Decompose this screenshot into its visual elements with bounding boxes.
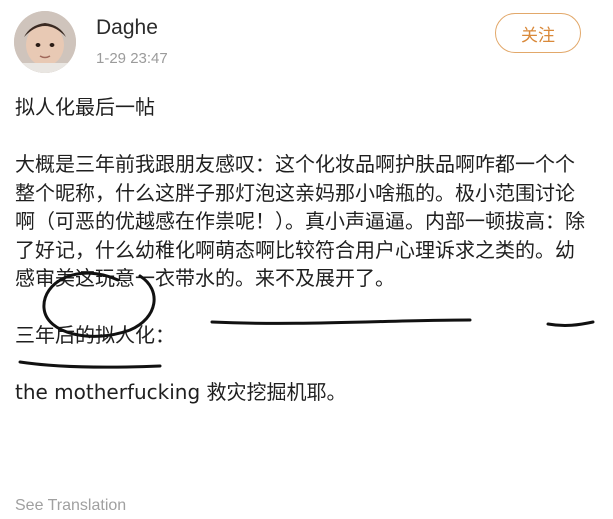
- see-translation-link[interactable]: See Translation: [15, 497, 126, 515]
- username[interactable]: Daghe: [96, 16, 158, 40]
- baby-portrait-avatar-icon: [14, 11, 76, 73]
- follow-button[interactable]: 关注: [495, 13, 581, 53]
- avatar[interactable]: [14, 11, 76, 73]
- post-paragraph-3: the motherfucking 救灾挖掘机耶。: [15, 380, 347, 404]
- post-body: 拟人化最后一帖 大概是三年前我跟朋友感叹：这个化妆品啊护肤品啊咋都一个个整个昵称…: [15, 93, 585, 407]
- post-timestamp: 1-29 23:47: [96, 50, 168, 67]
- post-paragraph-2: 三年后的拟人化：: [15, 323, 175, 347]
- post-paragraph-1: 大概是三年前我跟朋友感叹：这个化妆品啊护肤品啊咋都一个个整个昵称，什么这胖子那灯…: [15, 152, 585, 290]
- post-title: 拟人化最后一帖: [15, 95, 155, 119]
